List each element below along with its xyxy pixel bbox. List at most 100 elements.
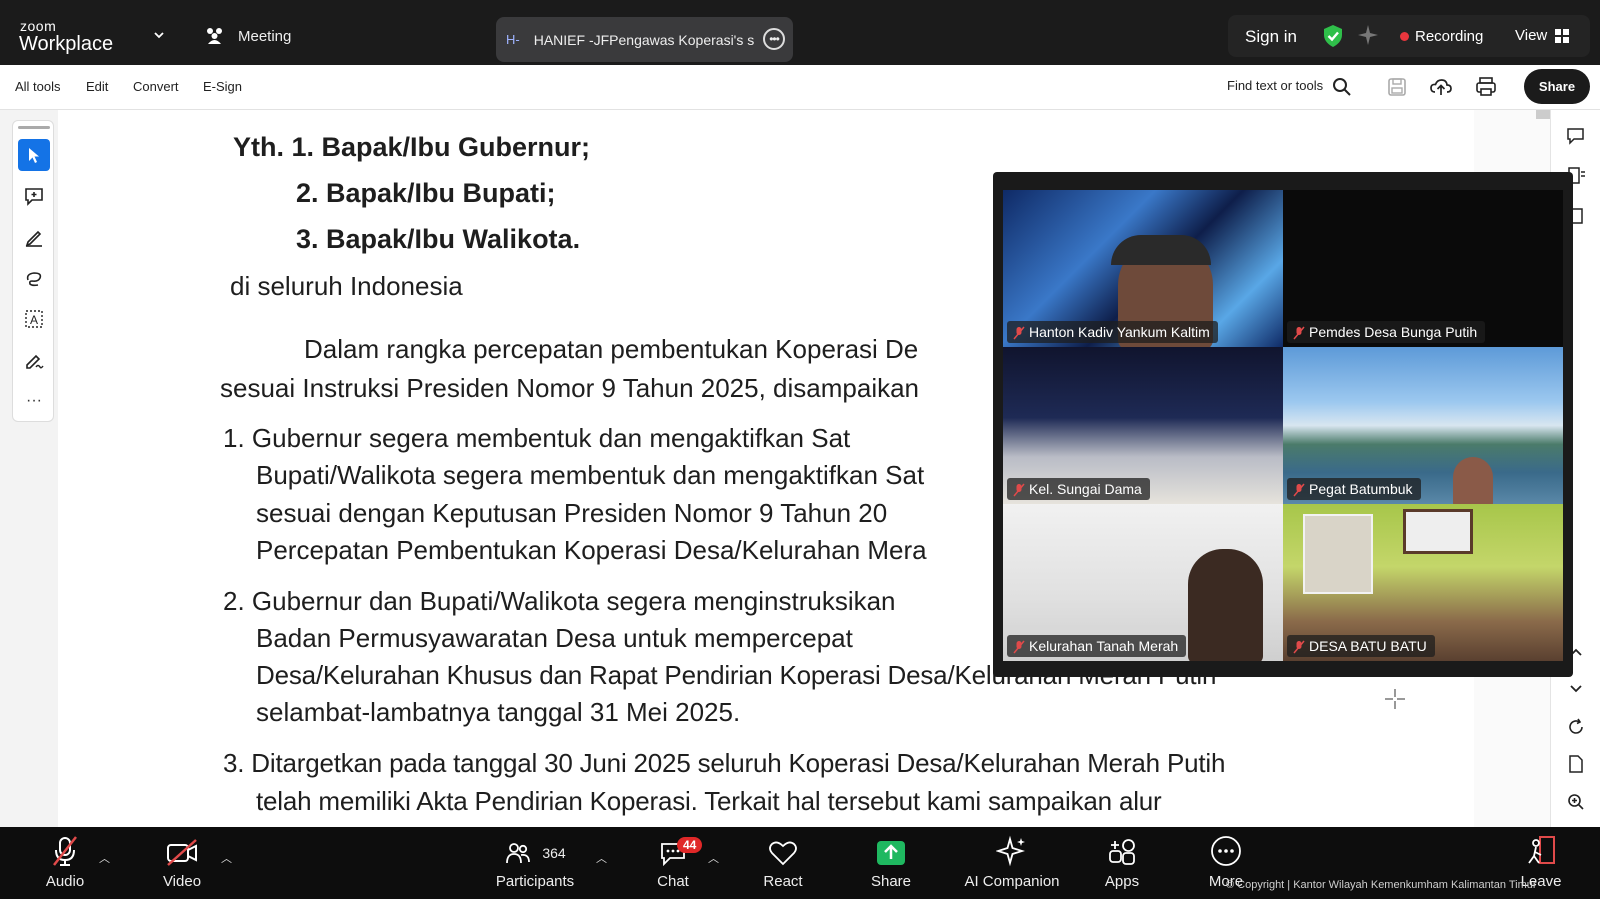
chat-caret-icon[interactable]: ︿ — [708, 850, 719, 866]
ai-sparkle-icon[interactable] — [1357, 24, 1379, 46]
audio-button[interactable]: Audio — [40, 827, 90, 899]
react-button[interactable]: React — [758, 827, 808, 899]
menu-all-tools[interactable]: All tools — [15, 79, 61, 94]
chevron-down-icon[interactable] — [1566, 678, 1586, 698]
ai-companion-label: AI Companion — [964, 873, 1060, 890]
mic-muted-icon — [1293, 640, 1305, 654]
mic-muted-icon — [53, 836, 77, 866]
participant-name: Kelurahan Tanah Merah — [1007, 635, 1187, 657]
copyright-overlay: © Copyright | Kantor Wilayah Kemenkumham… — [1226, 879, 1537, 891]
signature-icon[interactable] — [18, 344, 50, 376]
doc-line-11: 2. Gubernur dan Bupati/Walikota segera m… — [223, 586, 896, 616]
find-text-or-tools[interactable]: Find text or tools — [1227, 78, 1323, 93]
participants-icon — [506, 843, 531, 864]
doc-line-6: sesuai Instruksi Presiden Nomor 9 Tahun … — [220, 373, 920, 403]
tab-badge: H- — [506, 32, 520, 47]
sign-in-button[interactable]: Sign in — [1245, 27, 1297, 47]
share-label: Share — [870, 873, 912, 890]
video-tile[interactable]: Pegat Batumbuk — [1283, 347, 1563, 504]
video-tile[interactable]: DESA BATU BATU — [1283, 504, 1563, 661]
acrobat-share-button[interactable]: Share — [1524, 69, 1590, 104]
shield-check-icon[interactable] — [1322, 24, 1344, 48]
text-box-icon[interactable]: A — [18, 303, 50, 335]
participants-button[interactable]: 364 Participants — [490, 827, 580, 899]
participant-face — [1188, 549, 1263, 661]
audio-options-caret-icon[interactable]: ︿ — [99, 850, 110, 866]
doc-line-16: telah memiliki Akta Pendirian Koperasi. … — [256, 786, 1162, 816]
highlight-pen-icon[interactable] — [18, 221, 50, 253]
rail-grip — [18, 126, 50, 129]
view-button[interactable]: View — [1515, 27, 1570, 44]
scrollbar-thumb[interactable] — [1536, 110, 1550, 119]
svg-text:A: A — [30, 313, 38, 327]
tab-title: HANIEF -JFPengawas Koperasi's s — [533, 31, 755, 48]
shared-screen-tab[interactable]: H- HANIEF -JFPengawas Koperasi's s ••• — [496, 17, 793, 62]
refresh-icon[interactable] — [1566, 717, 1586, 737]
video-gallery-panel: Hanton Kadiv Yankum Kaltim Pemdes Desa B… — [993, 172, 1573, 677]
recording-label: Recording — [1415, 28, 1484, 45]
menu-esign[interactable]: E-Sign — [203, 79, 242, 94]
cloud-upload-icon[interactable] — [1429, 75, 1453, 99]
participant-name: Kel. Sungai Dama — [1007, 478, 1150, 500]
apps-button[interactable]: Apps — [1100, 827, 1144, 899]
participant-face — [1453, 457, 1493, 504]
doc-line-12: Badan Permusyawaratan Desa untuk memperc… — [256, 623, 853, 653]
video-button[interactable]: Video — [156, 827, 208, 899]
doc-line-10: Percepatan Pembentukan Koperasi Desa/Kel… — [256, 535, 927, 565]
save-icon[interactable] — [1385, 75, 1409, 99]
ai-companion-button[interactable]: AI Companion — [960, 827, 1064, 899]
participants-caret-icon[interactable]: ︿ — [596, 850, 607, 866]
print-icon[interactable] — [1474, 75, 1498, 99]
doc-line-14: selambat-lambatnya tanggal 31 Mei 2025. — [256, 697, 741, 727]
audio-label: Audio — [45, 873, 85, 890]
doc-line-2: 2. Bapak/Ibu Bupati; — [296, 178, 556, 208]
menu-edit[interactable]: Edit — [86, 79, 108, 94]
react-label: React — [763, 873, 803, 890]
share-screen-button[interactable]: Share — [866, 827, 916, 899]
mic-muted-icon — [1293, 326, 1305, 340]
participants-label: Participants — [495, 873, 575, 890]
chevron-down-icon[interactable] — [152, 28, 166, 42]
doc-line-1: Yth. 1. Bapak/Ibu Gubernur; — [233, 132, 591, 162]
doc-line-7: 1. Gubernur segera membentuk dan mengakt… — [223, 423, 851, 453]
draw-freeform-icon[interactable] — [18, 262, 50, 294]
video-tile[interactable]: Hanton Kadiv Yankum Kaltim — [1003, 190, 1283, 347]
meeting-menu[interactable]: Meeting — [204, 26, 291, 46]
heart-icon — [769, 841, 797, 866]
recording-indicator[interactable]: Recording — [1400, 28, 1483, 45]
mic-muted-icon — [1013, 640, 1025, 654]
meeting-people-icon — [207, 28, 222, 44]
video-tile[interactable]: Kelurahan Tanah Merah — [1003, 504, 1283, 661]
mic-muted-icon — [1293, 483, 1305, 497]
menu-convert[interactable]: Convert — [133, 79, 179, 94]
select-tool-icon[interactable] — [18, 139, 50, 171]
search-icon[interactable] — [1330, 75, 1354, 99]
more-options-icon[interactable]: ••• — [763, 28, 785, 50]
participant-name: Pemdes Desa Bunga Putih — [1287, 321, 1486, 343]
document-info-icon[interactable] — [1566, 754, 1586, 774]
add-comment-icon[interactable] — [18, 180, 50, 212]
doc-line-4: di seluruh Indonesia — [230, 271, 463, 301]
doc-line-3: 3. Bapak/Ibu Walikota. — [296, 224, 581, 254]
comments-panel-icon[interactable] — [1566, 126, 1586, 146]
recording-dot-icon — [1400, 32, 1409, 41]
grid-view-icon — [1555, 28, 1570, 43]
video-off-icon — [167, 839, 197, 866]
leave-icon — [1528, 836, 1555, 864]
chat-unread-badge: 44 — [677, 837, 703, 853]
ai-companion-icon — [996, 835, 1025, 867]
video-options-caret-icon[interactable]: ︿ — [221, 850, 232, 866]
chat-label: Chat — [657, 873, 689, 890]
meeting-label: Meeting — [238, 27, 292, 45]
more-tools-icon[interactable]: ··· — [18, 385, 50, 417]
participant-name: Hanton Kadiv Yankum Kaltim — [1007, 321, 1218, 343]
participant-name: Pegat Batumbuk — [1287, 478, 1421, 500]
zoom-logo-workplace: Workplace — [19, 33, 114, 55]
participant-hair — [1111, 235, 1211, 265]
apps-icon — [1109, 839, 1135, 865]
video-tile[interactable]: Pemdes Desa Bunga Putih — [1283, 190, 1563, 347]
mic-muted-icon — [1013, 326, 1025, 340]
video-tile[interactable]: Kel. Sungai Dama — [1003, 347, 1283, 504]
zoom-in-icon[interactable] — [1566, 792, 1586, 812]
more-icon — [1211, 836, 1241, 866]
